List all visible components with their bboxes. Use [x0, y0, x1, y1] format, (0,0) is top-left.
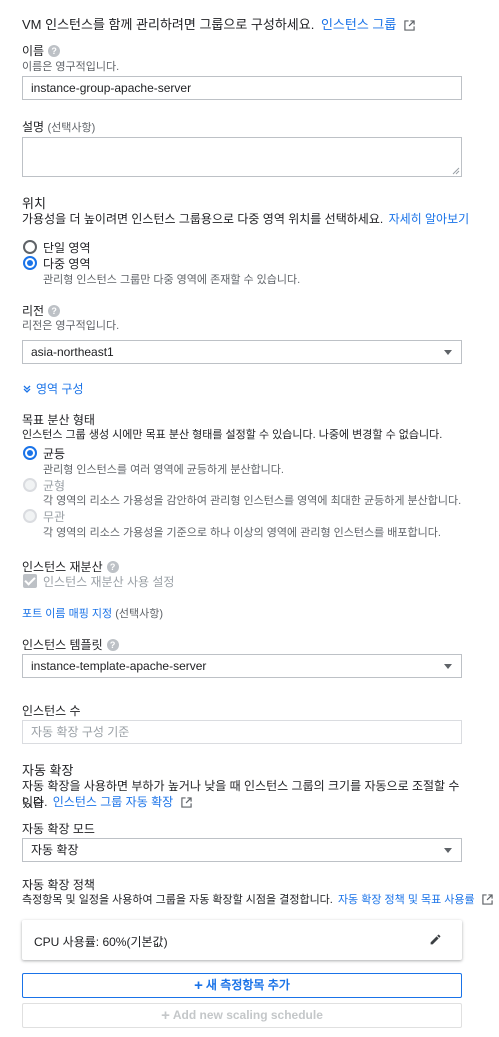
- distribution-hint: 인스턴스 그룹 생성 시에만 목표 분산 형태를 설정할 수 있습니다. 나중에…: [22, 429, 443, 441]
- template-select[interactable]: instance-template-apache-server: [22, 654, 462, 678]
- name-label: 이름: [22, 44, 45, 58]
- description-textarea[interactable]: [22, 137, 462, 177]
- redistribution-checkbox-label: 인스턴스 재분산 사용 설정: [43, 575, 175, 589]
- port-mapping-row: 포트 이름 매핑 지정 (선택사항): [22, 605, 163, 621]
- location-hint-row: 가용성을 더 높이려면 인스턴스 그룹용으로 다중 영역 위치를 선택하세요. …: [22, 210, 469, 227]
- multi-zone-sub: 관리형 인스턴스 그룹만 다중 영역에 존재할 수 있습니다.: [43, 274, 301, 286]
- distribution-balanced-sub: 각 영역의 리소스 가용성을 감안하여 관리형 인스턴스를 영역에 최대한 균등…: [43, 495, 462, 507]
- single-zone-label: 단일 영역: [43, 241, 91, 255]
- instance-count-label: 인스턴스 수: [22, 704, 81, 718]
- distribution-balanced-radio[interactable]: [23, 478, 37, 492]
- description-optional: (선택사항): [47, 122, 96, 134]
- template-value: instance-template-apache-server: [31, 659, 207, 673]
- add-metric-label: 새 측정항목 추가: [205, 978, 290, 992]
- distribution-any-radio[interactable]: [23, 509, 37, 523]
- resize-grip-icon[interactable]: [452, 167, 460, 175]
- description-label-row: 설명 (선택사항): [22, 118, 95, 135]
- add-metric-button[interactable]: + 새 측정항목 추가: [22, 973, 462, 998]
- name-hint: 이름은 영구적입니다.: [22, 61, 120, 73]
- help-icon[interactable]: ?: [48, 305, 61, 317]
- distribution-even-label: 균등: [43, 447, 66, 461]
- zone-config-label: 영역 구성: [36, 382, 84, 396]
- cpu-metric-card[interactable]: CPU 사용률: 60%(기본값): [22, 920, 462, 960]
- redistribution-checkbox[interactable]: [23, 574, 37, 588]
- distribution-any-sub: 각 영역의 리소스 가용성을 기준으로 하나 이상의 영역에 관리형 인스턴스를…: [43, 527, 441, 539]
- description-label: 설명: [22, 120, 45, 134]
- help-icon[interactable]: ?: [106, 561, 119, 573]
- autoscaling-policy-hint: 측정항목 및 일정을 사용하여 그룹을 자동 확장할 시점을 결정합니다.: [22, 894, 333, 906]
- autoscaling-hint-row2: 니다. 인스턴스 그룹 자동 확장: [22, 793, 192, 810]
- autoscaling-policy-link[interactable]: 자동 확장 정책 및 목표 사용률: [338, 894, 475, 906]
- region-label: 리전: [22, 304, 45, 318]
- plus-icon: +: [194, 977, 203, 994]
- template-label-row: 인스턴스 템플릿?: [22, 636, 119, 653]
- intro-text-row: VM 인스턴스를 함께 관리하려면 그룹으로 구성하세요. 인스턴스 그룹: [22, 14, 415, 33]
- learn-more-link[interactable]: 자세히 알아보기: [389, 212, 470, 226]
- external-link-icon[interactable]: [180, 797, 192, 808]
- cpu-metric-label: CPU 사용률: 60%(기본값): [34, 935, 168, 949]
- add-schedule-label: Add new scaling schedule: [172, 1008, 323, 1022]
- dropdown-arrow-icon: [444, 350, 452, 355]
- instance-count-input[interactable]: 자동 확장 구성 기준: [22, 720, 462, 744]
- port-mapping-link[interactable]: 포트 이름 매핑 지정: [22, 608, 112, 620]
- multi-zone-label: 다중 영역: [43, 257, 91, 271]
- edit-pencil-icon[interactable]: [429, 933, 442, 946]
- name-label-row: 이름?: [22, 42, 61, 59]
- autoscaling-policy-hint-row: 측정항목 및 일정을 사용하여 그룹을 자동 확장할 시점을 결정합니다. 자동…: [22, 891, 493, 907]
- instance-group-doc-link[interactable]: 인스턴스 그룹: [321, 17, 396, 32]
- dropdown-arrow-icon: [444, 664, 452, 669]
- dropdown-arrow-icon: [444, 848, 452, 853]
- distribution-even-sub: 관리형 인스턴스를 여러 영역에 균등하게 분산합니다.: [43, 464, 284, 476]
- autoscaling-mode-select[interactable]: 자동 확장: [22, 838, 462, 862]
- external-link-icon[interactable]: [404, 20, 415, 31]
- plus-icon: +: [161, 1007, 170, 1024]
- autoscaling-mode-label: 자동 확장 모드: [22, 822, 95, 836]
- distribution-any-label: 무관: [43, 510, 66, 524]
- external-link-icon[interactable]: [482, 894, 493, 905]
- template-label: 인스턴스 템플릿: [22, 638, 103, 652]
- add-scaling-schedule-button[interactable]: + Add new scaling schedule: [22, 1003, 462, 1028]
- zone-config-toggle[interactable]: 영역 구성: [22, 380, 84, 397]
- distribution-even-radio[interactable]: [23, 446, 37, 460]
- name-input[interactable]: instance-group-apache-server: [22, 76, 462, 100]
- port-mapping-optional: (선택사항): [115, 608, 164, 620]
- chevron-double-down-icon: [23, 385, 31, 393]
- location-hint: 가용성을 더 높이려면 인스턴스 그룹용으로 다중 영역 위치를 선택하세요.: [22, 212, 384, 226]
- autoscaling-mode-value: 자동 확장: [31, 843, 79, 857]
- redistribution-label: 인스턴스 재분산: [22, 560, 103, 574]
- region-select[interactable]: asia-northeast1: [22, 340, 462, 364]
- region-value: asia-northeast1: [31, 345, 114, 359]
- intro-text: VM 인스턴스를 함께 관리하려면 그룹으로 구성하세요.: [22, 17, 315, 32]
- help-icon[interactable]: ?: [48, 45, 61, 57]
- help-icon[interactable]: ?: [106, 639, 119, 651]
- single-zone-radio[interactable]: [23, 240, 37, 254]
- region-hint: 리전은 영구적입니다.: [22, 320, 120, 332]
- multi-zone-radio[interactable]: [23, 256, 37, 270]
- autoscaling-doc-link[interactable]: 인스턴스 그룹 자동 확장: [53, 795, 173, 809]
- autoscaling-hint-line2: 니다.: [22, 795, 48, 809]
